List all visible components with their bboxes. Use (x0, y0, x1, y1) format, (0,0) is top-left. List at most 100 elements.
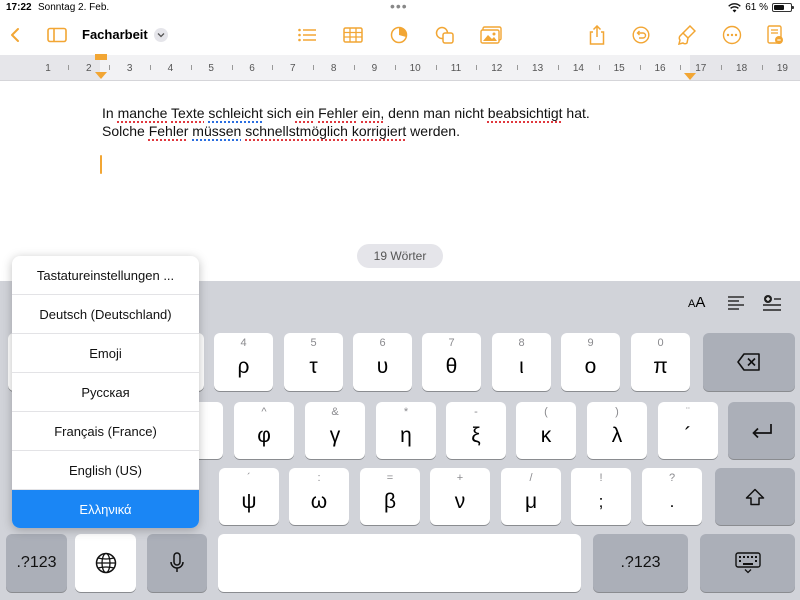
ruler-tick (639, 65, 641, 70)
key-primary-label: β (383, 490, 397, 513)
language-option[interactable]: Deutsch (Deutschland) (12, 295, 199, 334)
sidebar-icon[interactable] (46, 24, 68, 46)
ruler-number: 10 (409, 63, 421, 74)
title-chevron-down-icon[interactable] (154, 28, 168, 42)
ruler-tick (150, 65, 151, 70)
globe-key[interactable] (75, 534, 136, 592)
key-row2-0[interactable]: ^ φ (234, 402, 294, 459)
key-primary-label: ; (598, 492, 604, 511)
back-chevron-icon[interactable] (4, 24, 26, 46)
key-secondary-label: - (474, 406, 478, 418)
key-row2-5[interactable]: ) λ (587, 402, 647, 459)
ruler-number: 15 (613, 63, 625, 74)
language-option[interactable]: Français (France) (12, 412, 199, 451)
ruler-number: 16 (654, 63, 666, 74)
key-row1-6[interactable]: 0π (631, 333, 690, 391)
key-secondary-label: ¨ (686, 406, 690, 418)
key-row2-6[interactable]: ¨ ´ (658, 402, 718, 459)
key-row2-2[interactable]: * η (376, 402, 436, 459)
ruler-tick (313, 65, 315, 70)
format-brush-icon[interactable] (676, 24, 698, 46)
key-row3-0[interactable]: ´ ψ (219, 468, 279, 525)
grammar-flag-word: müssen (192, 123, 242, 139)
misspelled-word: ein (295, 105, 315, 121)
document-title[interactable]: Facharbeit (82, 27, 148, 42)
undo-icon[interactable] (630, 24, 652, 46)
list-icon[interactable] (296, 24, 318, 46)
ruler-number: 14 (572, 63, 584, 74)
language-option[interactable]: Emoji (12, 334, 199, 373)
key-secondary-label: 8 (518, 337, 525, 349)
misspelled-word: schnellstmöglich (245, 123, 348, 139)
key-row2-1[interactable]: & γ (305, 402, 365, 459)
key-row1-5[interactable]: 9ο (561, 333, 620, 391)
key-primary-label: φ (257, 424, 271, 447)
key-row3-3[interactable]: + ν (430, 468, 490, 525)
microphone-key[interactable] (147, 534, 207, 592)
key-secondary-label: ( (544, 406, 548, 418)
key-secondary-label: 4 (240, 337, 247, 349)
insert-icon[interactable] (762, 294, 782, 312)
share-icon[interactable] (586, 24, 608, 46)
chart-icon[interactable] (388, 24, 410, 46)
more-icon[interactable] (721, 24, 743, 46)
misspelled-word: Fehler (148, 123, 189, 139)
language-option[interactable]: Tastatureinstellungen ... (12, 256, 199, 295)
key-row1-0[interactable]: 4ρ (214, 333, 273, 391)
language-option[interactable]: Русская (12, 373, 199, 412)
key-secondary-label: 7 (448, 337, 455, 349)
space-key[interactable] (218, 534, 581, 592)
key-row2-4[interactable]: (κ (516, 402, 576, 459)
ruler-number: 13 (532, 63, 544, 74)
key-row3-4[interactable]: / μ (501, 468, 561, 525)
key-row1-2[interactable]: 6υ (353, 333, 412, 391)
text-run: Solche (102, 123, 149, 139)
align-icon[interactable] (727, 295, 745, 311)
ruler-tick (721, 65, 723, 70)
shapes-icon[interactable] (434, 24, 456, 46)
delete-key[interactable] (703, 333, 795, 391)
key-secondary-label: * (403, 406, 409, 418)
key-row3-1[interactable]: :ω (289, 468, 349, 525)
table-icon[interactable] (342, 24, 364, 46)
key-primary-label: ψ (241, 490, 257, 513)
battery-level (774, 5, 784, 10)
return-key[interactable] (728, 402, 795, 459)
shift-key[interactable] (715, 468, 795, 525)
key-row1-4[interactable]: 8ι (492, 333, 551, 391)
key-primary-label: λ (611, 424, 623, 447)
key-row3-6[interactable]: ?. (642, 468, 702, 525)
key-row3-2[interactable]: = β (360, 468, 420, 525)
language-option[interactable]: English (US) (12, 451, 199, 490)
multitasking-dots-icon[interactable]: ••• (390, 0, 408, 13)
language-option[interactable]: Ελληνικά (12, 490, 199, 528)
media-icon[interactable] (480, 24, 502, 46)
misspelled-word: manche (117, 105, 168, 121)
numbers-key-right[interactable]: .?123 (593, 534, 688, 592)
ruler[interactable]: 1 2 3 4 5 6 7 8 9 10 11 12 13 14 15 16 17 18 19 (0, 54, 800, 81)
document-line-2[interactable]: Solche Fehler müssen schnellstmöglich ko… (102, 123, 460, 139)
hide-keyboard-key[interactable] (700, 534, 795, 592)
text-run: werden. (406, 123, 460, 139)
shift-icon (715, 468, 795, 525)
left-indent-marker-icon[interactable] (94, 54, 108, 80)
document-options-icon[interactable] (764, 24, 786, 46)
key-row1-3[interactable]: 7θ (422, 333, 481, 391)
key-row3-5[interactable]: !; (571, 468, 631, 525)
numbers-key-left[interactable]: .?123 (6, 534, 67, 592)
misspelled-word: Texte (171, 105, 205, 121)
grammar-flag-word: schleicht (208, 105, 263, 121)
document-line-1[interactable]: In manche Texte schleicht sich ein Fehle… (102, 105, 590, 121)
ruler-number: 9 (371, 63, 378, 74)
ruler-number: 1 (45, 63, 51, 74)
numbers-key-right-label: .?123 (620, 554, 661, 571)
globe-icon (75, 534, 136, 592)
delete-icon (703, 333, 795, 391)
key-row2-3[interactable]: -ξ (446, 402, 506, 459)
text-cursor (100, 155, 102, 174)
key-row1-1[interactable]: 5τ (284, 333, 343, 391)
right-indent-marker-icon[interactable] (683, 72, 697, 81)
text-size-icon[interactable]: AAAA (688, 294, 705, 311)
word-count-badge[interactable]: 19 Wörter (357, 244, 443, 268)
ruler-tick (435, 65, 437, 70)
